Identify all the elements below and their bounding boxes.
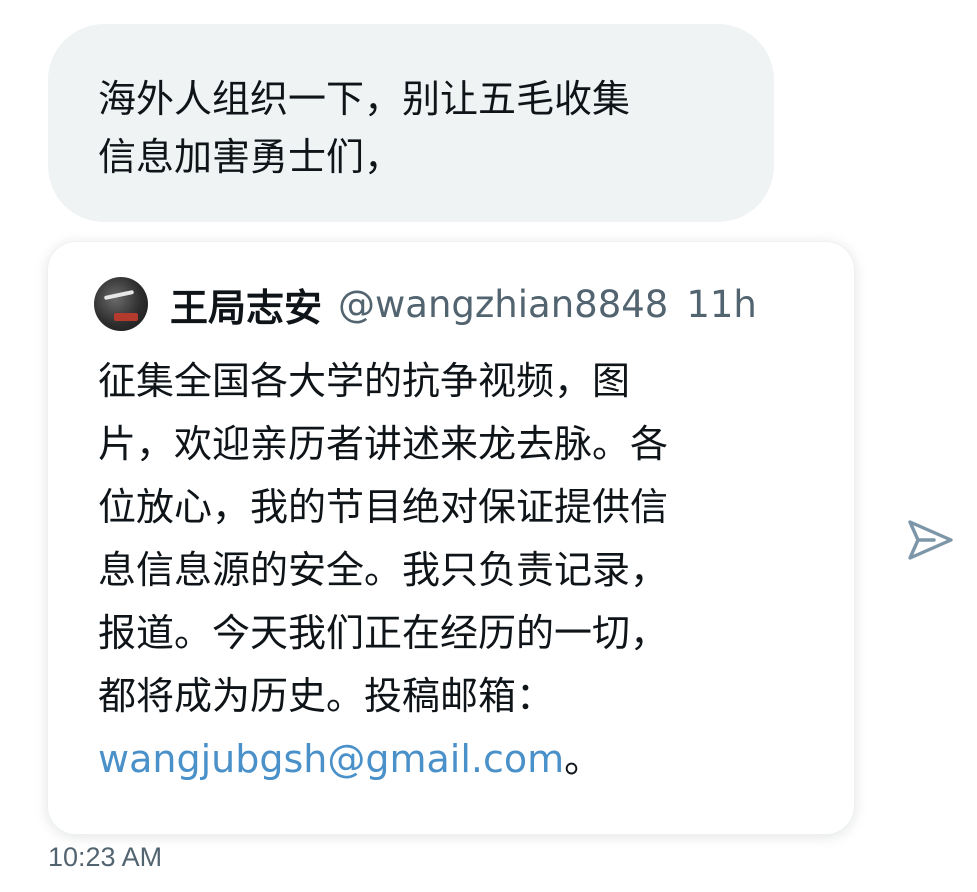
body-line-1: 征集全国各大学的抗争视频，图 [98,359,631,403]
body-line-3: 位放心，我的节目绝对保证提供信 [98,485,669,529]
post-time: 11h [686,282,757,326]
author-name[interactable]: 王局志安 [170,277,322,332]
message-line-1: 海外人组织一下，别让五毛收集 [98,77,631,121]
author-avatar[interactable] [94,277,148,331]
body-line-2: 片，欢迎亲历者讲述来龙去脉。各 [98,422,669,466]
quoted-tweet-card[interactable]: 王局志安 @wangzhian8848 11h 征集全国各大学的抗争视频，图 片… [48,242,854,834]
quoted-tweet-header: 王局志安 @wangzhian8848 11h [94,276,757,332]
message-text: 海外人组织一下，别让五毛收集 信息加害勇士们， [98,70,734,186]
send-icon[interactable] [904,514,956,566]
author-handle[interactable]: @wangzhian8848 [338,283,668,326]
message-line-2: 信息加害勇士们， [98,135,403,179]
message-bubble[interactable]: 海外人组织一下，别让五毛收集 信息加害勇士们， [48,24,774,222]
quoted-tweet-body: 征集全国各大学的抗争视频，图 片，欢迎亲历者讲述来龙去脉。各 位放心，我的节目绝… [98,350,788,791]
body-line-5: 报道。今天我们正在经历的一切， [98,611,669,655]
body-end-punctuation: 。 [564,737,603,781]
body-line-6: 都将成为历史。投稿邮箱： [98,674,555,718]
message-timestamp: 10:23 AM [48,842,163,872]
email-link[interactable]: wangjubgsh@gmail.com [98,737,564,781]
body-line-4: 息信息源的安全。我只负责记录， [98,548,669,592]
